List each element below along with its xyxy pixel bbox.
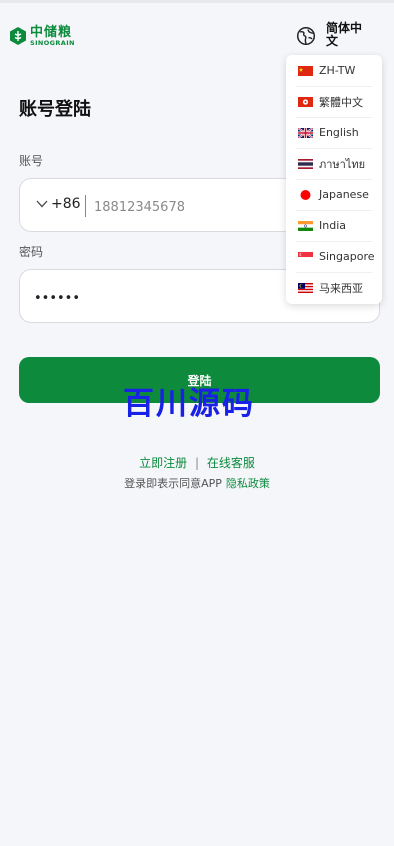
sinograin-logo: 中储粮 SINOGRAIN [9, 26, 75, 47]
language-option-traditional-chinese[interactable]: 繁體中文 [286, 86, 382, 117]
logo-mark-icon [10, 27, 26, 46]
chevron-down-icon [36, 200, 48, 208]
cn-flag-icon [298, 65, 313, 76]
customer-service-link[interactable]: 在线客服 [207, 456, 255, 470]
japan-flag-icon [300, 189, 311, 200]
footer-links: 立即注册 | 在线客服 [0, 454, 394, 471]
india-flag-icon [298, 220, 313, 231]
singapore-flag-icon [298, 251, 313, 262]
language-option-malay[interactable]: 马来西亚 [286, 272, 382, 303]
language-option-thai[interactable]: ภาษาไทย [286, 148, 382, 179]
hk-flag-icon [298, 96, 313, 107]
language-switcher[interactable]: 简体中文 [296, 22, 370, 48]
language-option-zh-tw[interactable]: ZH-TW [286, 55, 382, 86]
malaysia-flag-icon [298, 282, 313, 293]
link-divider: | [194, 456, 200, 470]
language-option-singapore[interactable]: Singapore [286, 241, 382, 272]
field-separator [85, 195, 86, 217]
agreement-prefix: 登录即表示同意APP [124, 477, 222, 490]
top-border [0, 0, 394, 3]
language-option-japanese[interactable]: Japanese [286, 179, 382, 210]
uk-flag-icon [298, 127, 313, 138]
watermark-text: 百川源码 [123, 386, 255, 422]
language-option-english[interactable]: English [286, 117, 382, 148]
language-dropdown: ZH-TW 繁體中文 English ภาษาไทย Japanese Indi… [286, 55, 382, 304]
logo-english-text: SINOGRAIN [30, 39, 75, 47]
current-language-label: 简体中文 [326, 21, 363, 48]
globe-icon [296, 26, 316, 46]
country-code-selector[interactable]: +86 [36, 196, 81, 212]
country-code: +86 [51, 196, 81, 212]
logo-chinese-text: 中储粮 [30, 25, 73, 40]
register-link[interactable]: 立即注册 [139, 456, 187, 470]
header: 中储粮 SINOGRAIN 简体中文 [0, 18, 394, 58]
language-option-india[interactable]: India [286, 210, 382, 241]
password-label: 密码 [19, 245, 44, 259]
page-title: 账号登陆 [19, 99, 91, 120]
agreement-text: 登录即表示同意APP 隐私政策 [0, 475, 394, 491]
account-label: 账号 [19, 154, 44, 168]
privacy-policy-link[interactable]: 隐私政策 [226, 477, 270, 490]
thai-flag-icon [298, 158, 313, 169]
